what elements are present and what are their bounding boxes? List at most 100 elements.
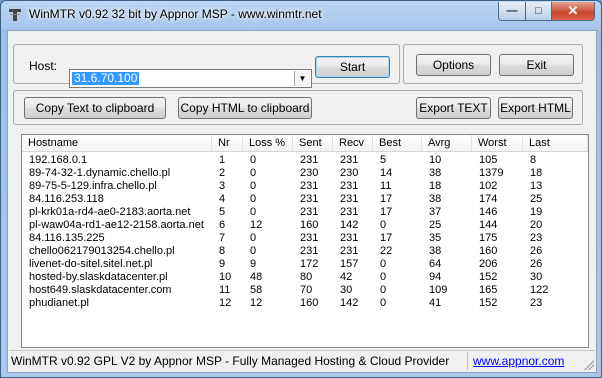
copy-html-button[interactable]: Copy HTML to clipboard	[178, 97, 312, 119]
table-cell: host649.slaskdatacenter.com	[29, 284, 172, 296]
table-cell: 0	[250, 180, 257, 192]
column-header[interactable]: Nr	[212, 135, 243, 151]
table-cell: 23	[530, 297, 543, 309]
table-cell: 9	[250, 258, 257, 270]
host-input-value[interactable]: 31.6.70.100	[72, 72, 140, 85]
table-cell: 231	[300, 193, 319, 205]
table-cell: 18	[530, 167, 543, 179]
table-row[interactable]: pl-waw04a-rd1-ae12-2158.aorta.net 6 12 160 1…	[22, 219, 588, 231]
table-cell: 231	[300, 206, 319, 218]
table-cell: 20	[530, 219, 543, 231]
table-cell: 25	[530, 193, 543, 205]
table-row[interactable]: host649.slaskdatacenter.com 11 58 70 30 0 109 1…	[22, 284, 588, 296]
table-row[interactable]: chello062179013254.chello.pl 8 0 231 231 22 38…	[22, 245, 588, 257]
column-header[interactable]: Sent	[293, 135, 333, 151]
status-separator	[467, 352, 468, 370]
table-cell: 160	[300, 297, 319, 309]
table-cell: 89-75-5-129.infra.chello.pl	[29, 180, 157, 192]
table-cell: 26	[530, 245, 543, 257]
table-cell: 10	[219, 271, 232, 283]
table-row[interactable]: livenet-do-sitel.sitel.net.pl 9 9 172 157 0 64…	[22, 258, 588, 270]
options-button[interactable]: Options	[416, 54, 491, 76]
table-cell: 142	[340, 219, 359, 231]
table-cell: 231	[300, 245, 319, 257]
table-cell: 230	[300, 167, 319, 179]
table-cell: 17	[380, 232, 393, 244]
table-cell: 12	[250, 297, 263, 309]
table-cell: 206	[479, 258, 498, 270]
table-cell: 37	[429, 206, 442, 218]
table-cell: chello062179013254.chello.pl	[29, 245, 175, 257]
table-cell: 64	[429, 258, 442, 270]
export-text-button[interactable]: Export TEXT	[416, 97, 491, 119]
table-cell: 0	[250, 193, 257, 205]
table-cell: 105	[479, 154, 498, 166]
column-header[interactable]: Last	[523, 135, 588, 151]
column-header[interactable]: Avrg	[422, 135, 472, 151]
table-cell: 7	[219, 232, 226, 244]
table-row[interactable]: 84.116.253.118 4 0 231 231 17 38 174 25	[22, 193, 588, 205]
title-bar[interactable]: WinMTR v0.92 32 bit by Appnor MSP - www.…	[1, 1, 601, 29]
column-header[interactable]: Recv	[333, 135, 373, 151]
table-cell: hosted-by.slaskdatacenter.pl	[29, 271, 168, 283]
table-cell: 23	[530, 232, 543, 244]
table-cell: 175	[479, 232, 498, 244]
table-cell: phudianet.pl	[29, 297, 89, 309]
table-cell: 25	[429, 219, 442, 231]
table-row[interactable]: phudianet.pl 12 12 160 142 0 41 152 23	[22, 297, 588, 309]
table-cell: 122	[530, 284, 549, 296]
table-row[interactable]: 192.168.0.1 1 0 231 231 5 10 105 8	[22, 154, 588, 166]
copy-text-button[interactable]: Copy Text to clipboard	[24, 97, 166, 119]
window-controls: — □ ✕	[498, 2, 595, 21]
table-cell: 160	[479, 245, 498, 257]
exit-button[interactable]: Exit	[499, 54, 574, 76]
table-cell: 17	[380, 193, 393, 205]
table-cell: 41	[429, 297, 442, 309]
app-icon[interactable]	[8, 8, 22, 22]
client-area: Host: 31.6.70.100 ▼ Start Options Exit C…	[7, 30, 597, 373]
minimize-button[interactable]: —	[498, 2, 526, 21]
table-cell: 144	[479, 219, 498, 231]
close-icon: ✕	[567, 3, 579, 18]
appnor-link[interactable]: www.appnor.com	[473, 354, 564, 368]
host-combobox[interactable]: 31.6.70.100 ▼	[69, 69, 312, 88]
column-header[interactable]: Best	[373, 135, 422, 151]
app-window: WinMTR v0.92 32 bit by Appnor MSP - www.…	[0, 0, 602, 378]
maximize-button[interactable]: □	[526, 2, 552, 21]
table-cell: 5	[380, 154, 387, 166]
chevron-down-icon[interactable]: ▼	[294, 71, 310, 86]
table-cell: 12	[250, 219, 263, 231]
table-cell: 70	[300, 284, 313, 296]
table-row[interactable]: 89-74-32-1.dynamic.chello.pl 2 0 230 230 14 38…	[22, 167, 588, 179]
table-cell: 9	[219, 258, 226, 270]
table-cell: 165	[479, 284, 498, 296]
close-button[interactable]: ✕	[552, 2, 595, 21]
table-cell: livenet-do-sitel.sitel.net.pl	[29, 258, 153, 270]
resize-grip[interactable]	[584, 360, 594, 370]
table-cell: 231	[340, 193, 359, 205]
table-cell: 0	[250, 232, 257, 244]
table-cell: 5	[219, 206, 226, 218]
column-header[interactable]: Hostname	[22, 135, 212, 151]
table-row[interactable]: 84.116.135.225 7 0 231 231 17 35 175 23	[22, 232, 588, 244]
table-cell: 142	[340, 297, 359, 309]
status-text: WinMTR v0.92 GPL V2 by Appnor MSP - Full…	[11, 354, 450, 368]
results-table[interactable]: Hostname Nr Loss % Sent Recv Best Avrg Worst Las…	[21, 134, 589, 348]
table-cell: 38	[429, 193, 442, 205]
column-header[interactable]: Worst	[472, 135, 523, 151]
table-cell: 11	[380, 180, 392, 192]
start-button[interactable]: Start	[315, 56, 390, 78]
column-header[interactable]: Loss %	[243, 135, 293, 151]
table-cell: 0	[250, 167, 257, 179]
table-cell: 48	[250, 271, 263, 283]
table-cell: 146	[479, 206, 498, 218]
table-cell: 0	[380, 219, 387, 231]
table-row[interactable]: hosted-by.slaskdatacenter.pl 10 48 80 42 0 94 1…	[22, 271, 588, 283]
export-html-button[interactable]: Export HTML	[498, 97, 573, 119]
table-cell: 152	[479, 271, 498, 283]
table-cell: 102	[479, 180, 498, 192]
table-cell: 231	[300, 232, 319, 244]
table-row[interactable]: 89-75-5-129.infra.chello.pl 3 0 231 231 11 18 1…	[22, 180, 588, 192]
table-row[interactable]: pl-krk01a-rd4-ae0-2183.aorta.net 5 0 231 231…	[22, 206, 588, 218]
table-cell: 231	[340, 154, 359, 166]
